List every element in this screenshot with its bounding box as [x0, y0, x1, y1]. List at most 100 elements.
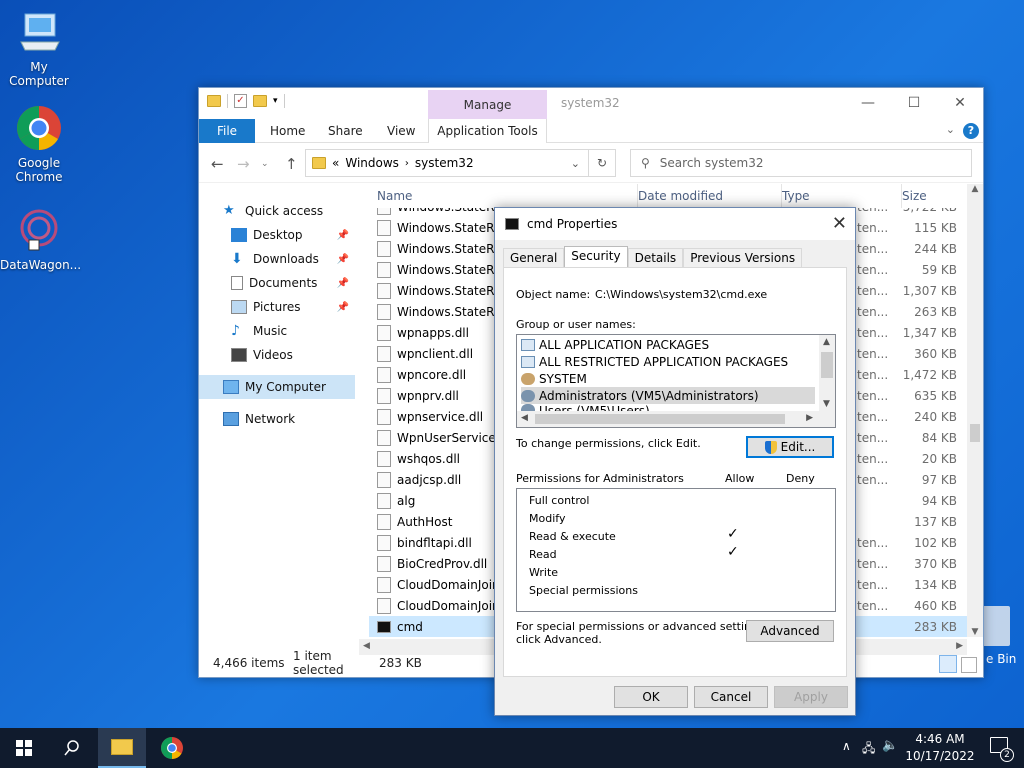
pin-icon[interactable]: 📌	[337, 254, 349, 265]
scroll-thumb[interactable]	[535, 414, 785, 424]
show-hidden-icons-icon[interactable]: ∧	[842, 739, 851, 753]
customize-qat-icon[interactable]: ▾	[273, 96, 278, 106]
search-box[interactable]: ⚲ Search system32	[630, 149, 972, 177]
forward-icon[interactable]: →	[237, 155, 250, 173]
desktop-icon-label: DataWagon...	[0, 258, 82, 272]
cmd-icon	[505, 218, 519, 230]
file-size: 97 KB	[921, 472, 957, 487]
tab-home[interactable]: Home	[270, 119, 305, 143]
advanced-button[interactable]: Advanced	[746, 620, 834, 642]
start-button[interactable]	[0, 728, 48, 768]
taskbar-chrome[interactable]	[148, 728, 196, 768]
file-name: wshqos.dll	[397, 451, 460, 466]
ok-button[interactable]: OK	[614, 686, 688, 708]
file-name: wpnprv.dll	[397, 388, 459, 403]
back-icon[interactable]: ←	[211, 155, 224, 173]
large-icons-view-icon[interactable]	[961, 657, 977, 673]
scroll-thumb[interactable]	[970, 424, 980, 442]
recent-locations-icon[interactable]: ⌄	[261, 159, 269, 169]
help-icon[interactable]: ?	[963, 123, 979, 139]
desktop-icon-chrome[interactable]: Google Chrome	[0, 104, 78, 184]
scroll-right-icon[interactable]: ▶	[956, 641, 963, 651]
pin-icon[interactable]: 📌	[337, 302, 349, 313]
cancel-button[interactable]: Cancel	[694, 686, 768, 708]
list-item[interactable]: SYSTEM	[521, 370, 815, 387]
list-item[interactable]: ALL APPLICATION PACKAGES	[521, 336, 815, 353]
up-icon[interactable]: ↑	[285, 155, 298, 173]
nav-downloads[interactable]: ⬇ Downloads 📌	[199, 247, 355, 271]
nav-my-computer[interactable]: My Computer	[199, 375, 355, 399]
column-header-date[interactable]: Date modified	[637, 184, 723, 208]
object-name-value: C:\Windows\system32\cmd.exe	[595, 288, 768, 301]
desktop-icon-label: My Computer	[9, 60, 69, 88]
desktop-icon-my-computer[interactable]: My Computer	[0, 8, 78, 88]
scroll-down-icon[interactable]: ▼	[967, 627, 983, 637]
refresh-icon[interactable]: ↻	[588, 149, 616, 177]
vertical-scrollbar[interactable]: ▲ ▼	[967, 184, 983, 637]
folder-icon	[312, 157, 326, 169]
edit-button[interactable]: Edit...	[746, 436, 834, 458]
volume-icon[interactable]: 🔈	[882, 738, 898, 753]
item-count: 4,466 items	[213, 656, 285, 670]
tab-security[interactable]: Security	[564, 246, 628, 268]
nav-quick-access[interactable]: ★ Quick access	[199, 199, 355, 223]
change-permissions-text: To change permissions, click Edit.	[516, 437, 701, 450]
file-name: aadjcsp.dll	[397, 472, 462, 487]
tab-general[interactable]: General	[503, 248, 565, 268]
column-header-size[interactable]: Size	[901, 184, 927, 208]
maximize-icon[interactable]: ☐	[891, 88, 937, 117]
tab-file[interactable]: File	[199, 119, 255, 143]
recycle-bin-icon[interactable]	[980, 606, 1010, 646]
nav-music[interactable]: ♪ Music	[199, 319, 355, 343]
properties-icon[interactable]: ✓	[234, 94, 247, 108]
file-size: 102 KB	[914, 535, 957, 550]
close-icon[interactable]: ✕	[832, 213, 847, 234]
tab-previous-versions[interactable]: Previous Versions	[683, 248, 803, 268]
pin-icon[interactable]: 📌	[337, 278, 349, 289]
expand-ribbon-icon[interactable]: ⌄	[946, 123, 955, 136]
file-icon	[377, 303, 391, 320]
list-vscroll[interactable]: ▲ ▼	[819, 335, 835, 411]
minimize-icon[interactable]: —	[845, 88, 891, 117]
properties-dialog: cmd Properties ✕ General Security Detail…	[494, 207, 856, 716]
scroll-up-icon[interactable]: ▲	[967, 184, 983, 200]
nav-documents[interactable]: Documents 📌	[199, 271, 355, 295]
group-names-label: Group or user names:	[516, 318, 636, 331]
taskbar-file-explorer[interactable]	[98, 728, 146, 768]
column-header-type[interactable]: Type	[781, 184, 810, 208]
user-list[interactable]: ALL APPLICATION PACKAGES ALL RESTRICTED …	[516, 334, 836, 428]
nav-desktop[interactable]: Desktop 📌	[199, 223, 355, 247]
nav-videos[interactable]: Videos	[199, 343, 355, 367]
breadcrumb-system32[interactable]: system32	[415, 156, 474, 170]
nav-pictures[interactable]: Pictures 📌	[199, 295, 355, 319]
clock[interactable]: 4:46 AM 10/17/2022	[904, 731, 976, 765]
pin-icon[interactable]: 📌	[337, 230, 349, 241]
list-hscroll[interactable]: ◀ ▶	[517, 411, 835, 427]
breadcrumb-windows[interactable]: Windows	[345, 156, 399, 170]
tab-share[interactable]: Share	[328, 119, 363, 143]
list-item[interactable]: Administrators (VM5\Administrators)	[521, 387, 815, 404]
new-folder-icon[interactable]	[253, 95, 267, 107]
address-separator: «	[332, 156, 340, 170]
scroll-right-icon[interactable]: ▶	[806, 413, 813, 423]
tab-details[interactable]: Details	[627, 248, 684, 268]
details-view-icon[interactable]	[939, 655, 957, 673]
scroll-thumb[interactable]	[821, 352, 833, 378]
pictures-icon	[231, 300, 247, 314]
network-icon[interactable]: 🖧	[862, 739, 875, 760]
scroll-left-icon[interactable]: ◀	[521, 413, 528, 423]
address-bar[interactable]: « Windows › system32 ⌄	[305, 149, 589, 177]
address-dropdown-icon[interactable]: ⌄	[571, 157, 580, 170]
search-input[interactable]: Search system32	[660, 156, 764, 170]
tab-view[interactable]: View	[387, 119, 415, 143]
scroll-up-icon[interactable]: ▲	[823, 337, 830, 347]
search-button[interactable]	[48, 728, 96, 768]
desktop-icon-datawagon[interactable]: DataWagon...	[0, 206, 82, 272]
nav-network[interactable]: Network	[199, 407, 355, 431]
scroll-down-icon[interactable]: ▼	[823, 399, 830, 409]
tab-application-tools[interactable]: Application Tools	[428, 119, 547, 143]
list-item[interactable]: ALL RESTRICTED APPLICATION PACKAGES	[521, 353, 815, 370]
manage-context-tab[interactable]: Manage	[428, 90, 547, 119]
close-icon[interactable]: ✕	[937, 88, 983, 117]
column-header-name[interactable]: Name	[377, 184, 412, 208]
